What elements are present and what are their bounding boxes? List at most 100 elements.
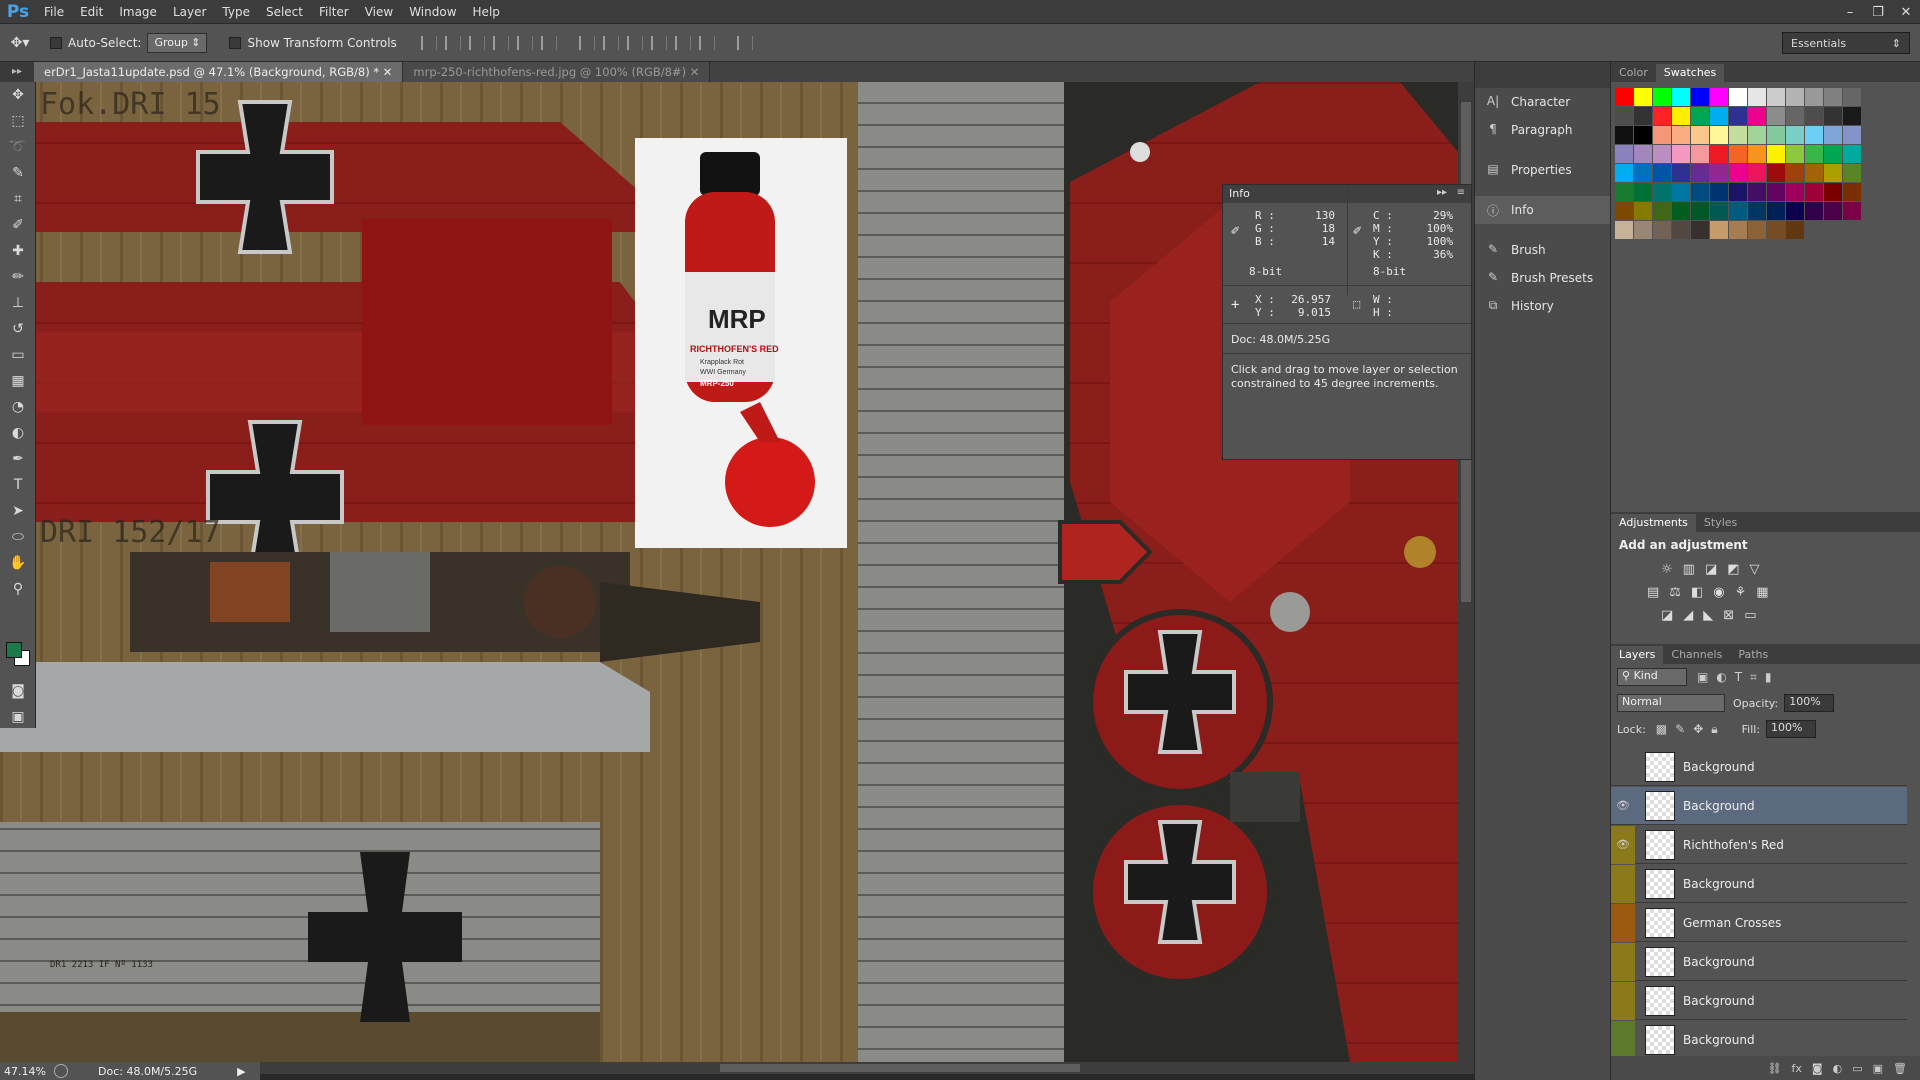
dock-brush-presets[interactable]: ✎ Brush Presets bbox=[1475, 264, 1610, 292]
swatch[interactable] bbox=[1634, 145, 1652, 163]
visibility-eye-icon[interactable]: 👁︎ bbox=[1611, 825, 1635, 864]
swatch[interactable] bbox=[1824, 126, 1842, 144]
distribute-left-icon[interactable] bbox=[650, 35, 667, 50]
swatch[interactable] bbox=[1710, 221, 1728, 239]
swatch[interactable] bbox=[1672, 126, 1690, 144]
close-button[interactable]: ✕ bbox=[1892, 0, 1920, 24]
marquee-tool-icon[interactable]: ⬚ bbox=[0, 108, 36, 134]
swatch[interactable] bbox=[1824, 88, 1842, 106]
swatch[interactable] bbox=[1615, 202, 1633, 220]
tab-swatches[interactable]: Swatches bbox=[1655, 64, 1725, 82]
swatch[interactable] bbox=[1653, 88, 1671, 106]
posterize-icon[interactable]: ◢ bbox=[1683, 608, 1693, 623]
dock-character[interactable]: A| Character bbox=[1475, 88, 1610, 116]
selective-color-icon[interactable]: ⊠ bbox=[1723, 608, 1734, 623]
swatch[interactable] bbox=[1653, 221, 1671, 239]
swatch[interactable] bbox=[1691, 126, 1709, 144]
swatch[interactable] bbox=[1710, 202, 1728, 220]
color-lookup-icon[interactable]: ▦ bbox=[1756, 585, 1768, 600]
swatch[interactable] bbox=[1634, 164, 1652, 182]
pen-tool-icon[interactable]: ✒ bbox=[0, 446, 36, 472]
swatch[interactable] bbox=[1824, 202, 1842, 220]
swatch[interactable] bbox=[1786, 183, 1804, 201]
visibility-eye-icon[interactable] bbox=[1611, 981, 1635, 1020]
swatch[interactable] bbox=[1748, 183, 1766, 201]
swatch[interactable] bbox=[1767, 126, 1785, 144]
swatch[interactable] bbox=[1653, 202, 1671, 220]
swatch[interactable] bbox=[1805, 145, 1823, 163]
distribute-vcenter-icon[interactable] bbox=[602, 35, 619, 50]
layer-name[interactable]: Background bbox=[1683, 760, 1755, 774]
swatch[interactable] bbox=[1672, 88, 1690, 106]
swatch[interactable] bbox=[1843, 145, 1861, 163]
dodge-tool-icon[interactable]: ◐ bbox=[0, 420, 36, 446]
layer-name[interactable]: Background bbox=[1683, 955, 1755, 969]
distribute-right-icon[interactable] bbox=[698, 35, 715, 50]
tabs-collapse-icon[interactable]: ▸▸ bbox=[0, 62, 34, 82]
swatch[interactable] bbox=[1653, 145, 1671, 163]
swatch[interactable] bbox=[1615, 145, 1633, 163]
lasso-tool-icon[interactable]: ➰ bbox=[0, 134, 36, 160]
swatch[interactable] bbox=[1843, 164, 1861, 182]
swatch[interactable] bbox=[1767, 221, 1785, 239]
move-tool-preset-icon[interactable]: ✥▾ bbox=[0, 35, 40, 51]
swatch[interactable] bbox=[1729, 145, 1747, 163]
layer-row[interactable]: Background bbox=[1611, 942, 1907, 981]
swatch[interactable] bbox=[1786, 107, 1804, 125]
eyedropper-tool-icon[interactable]: ✐ bbox=[0, 212, 36, 238]
auto-select-dropdown[interactable]: Group ⇕ bbox=[147, 32, 208, 53]
layer-row[interactable]: Background bbox=[1611, 748, 1907, 786]
swatch[interactable] bbox=[1710, 164, 1728, 182]
gradient-map-icon[interactable]: ▭ bbox=[1744, 608, 1756, 623]
adjustment-layer-icon[interactable]: ◐ bbox=[1833, 1062, 1843, 1075]
swatch[interactable] bbox=[1805, 107, 1823, 125]
swatch[interactable] bbox=[1748, 221, 1766, 239]
layer-name[interactable]: German Crosses bbox=[1683, 916, 1781, 930]
menu-select[interactable]: Select bbox=[258, 0, 311, 24]
swatch[interactable] bbox=[1843, 126, 1861, 144]
color-balance-icon[interactable]: ⚖ bbox=[1669, 585, 1681, 600]
swatch[interactable] bbox=[1653, 164, 1671, 182]
swatch[interactable] bbox=[1672, 107, 1690, 125]
swatch[interactable] bbox=[1729, 183, 1747, 201]
swatch[interactable] bbox=[1748, 107, 1766, 125]
swatch[interactable] bbox=[1729, 107, 1747, 125]
doc-size[interactable]: Doc: 48.0M/5.25G bbox=[98, 1065, 197, 1078]
swatch[interactable] bbox=[1691, 202, 1709, 220]
swatch[interactable] bbox=[1691, 164, 1709, 182]
layer-row[interactable]: 👁︎ Background bbox=[1611, 787, 1907, 825]
auto-select-checkbox[interactable] bbox=[50, 36, 62, 49]
layer-name[interactable]: Richthofen's Red bbox=[1683, 838, 1784, 852]
swatch[interactable] bbox=[1672, 221, 1690, 239]
lock-icons[interactable]: ▩✎✥🔒︎ bbox=[1656, 722, 1726, 737]
eyedropper-icon[interactable]: ✐ bbox=[1231, 223, 1239, 239]
swatch[interactable] bbox=[1805, 88, 1823, 106]
swatch[interactable] bbox=[1672, 202, 1690, 220]
visibility-eye-icon[interactable] bbox=[1611, 1020, 1635, 1059]
swatch[interactable] bbox=[1672, 164, 1690, 182]
opacity-input[interactable]: 100% bbox=[1784, 694, 1835, 712]
menu-help[interactable]: Help bbox=[465, 0, 508, 24]
swatch[interactable] bbox=[1805, 183, 1823, 201]
group-icon[interactable]: ▭ bbox=[1852, 1062, 1862, 1075]
invert-icon[interactable]: ◪ bbox=[1661, 608, 1673, 623]
menu-file[interactable]: File bbox=[36, 0, 72, 24]
auto-align-icon[interactable] bbox=[736, 35, 753, 50]
swatch[interactable] bbox=[1805, 164, 1823, 182]
swatch[interactable] bbox=[1634, 107, 1652, 125]
filter-icons[interactable]: ▣◐T⌗▮ bbox=[1697, 670, 1780, 685]
tab-styles[interactable]: Styles bbox=[1696, 514, 1745, 532]
path-select-tool-icon[interactable]: ➤ bbox=[0, 498, 36, 524]
swatch[interactable] bbox=[1843, 202, 1861, 220]
swatch[interactable] bbox=[1767, 202, 1785, 220]
quick-mask-icon[interactable]: ◙ bbox=[0, 678, 36, 704]
swatch[interactable] bbox=[1824, 107, 1842, 125]
type-tool-icon[interactable]: T bbox=[0, 472, 36, 498]
mask-icon[interactable]: ◙ bbox=[1812, 1062, 1823, 1075]
swatch[interactable] bbox=[1691, 107, 1709, 125]
swatch[interactable] bbox=[1729, 164, 1747, 182]
channel-mixer-icon[interactable]: ⚘ bbox=[1735, 585, 1747, 600]
hue-saturation-icon[interactable]: ▤ bbox=[1647, 585, 1659, 600]
exposure-icon[interactable]: ◩ bbox=[1727, 562, 1739, 577]
swatch[interactable] bbox=[1786, 164, 1804, 182]
